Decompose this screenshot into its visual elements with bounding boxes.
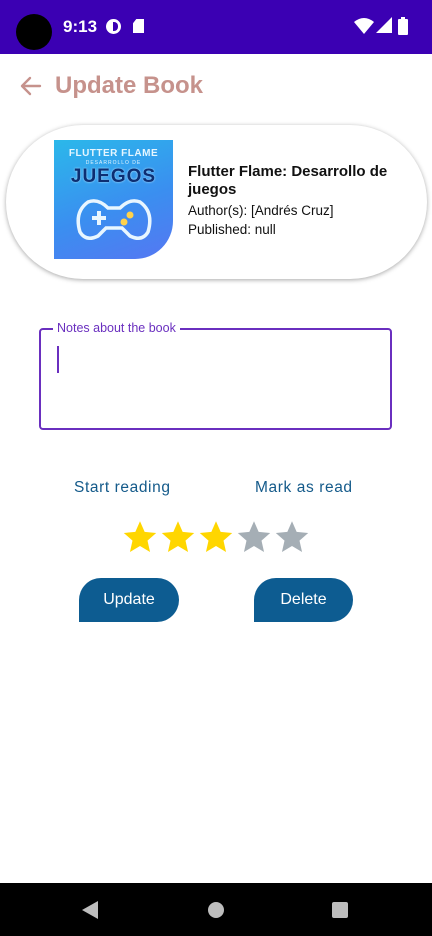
battery-icon — [398, 17, 408, 35]
text-caret — [57, 346, 59, 373]
navigation-bar — [0, 883, 432, 936]
star-icon[interactable] — [274, 519, 310, 555]
arrow-left-icon[interactable] — [19, 74, 43, 98]
book-card: FLUTTER FLAME DESARROLLO DE JUEGOS Flutt… — [6, 125, 427, 279]
cover-line1: FLUTTER FLAME — [68, 148, 159, 159]
recents-square-icon[interactable] — [332, 902, 348, 918]
mark-as-read-button[interactable]: Mark as read — [255, 479, 353, 497]
cover-line3: JUEGOS — [70, 166, 157, 187]
update-button[interactable]: Update — [79, 578, 179, 622]
camera-hole — [16, 14, 52, 50]
status-indicators — [354, 17, 414, 37]
back-triangle-icon[interactable] — [82, 901, 98, 919]
sd-card-icon — [133, 19, 144, 33]
star-icon[interactable] — [198, 519, 234, 555]
star-icon[interactable] — [122, 519, 158, 555]
book-author: Author(s): [Andrés Cruz] — [188, 203, 334, 218]
book-title: Flutter Flame: Desarrollo de juegos — [188, 163, 388, 198]
book-published: Published: null — [188, 222, 276, 237]
home-circle-icon[interactable] — [208, 902, 224, 918]
gamepad-icon — [76, 199, 152, 240]
notes-input[interactable] — [55, 344, 375, 374]
start-reading-button[interactable]: Start reading — [74, 479, 171, 497]
status-time: 9:13 — [63, 17, 98, 36]
page-title: Update Book — [55, 72, 204, 99]
signal-icon — [376, 17, 392, 33]
status-bar: 9:13 — [0, 0, 432, 54]
rating-stars — [122, 519, 312, 555]
book-cover: FLUTTER FLAME DESARROLLO DE JUEGOS — [54, 140, 173, 259]
wifi-icon — [354, 18, 374, 34]
star-icon[interactable] — [160, 519, 196, 555]
p-icon — [106, 19, 121, 34]
notes-label: Notes about the book — [53, 321, 180, 335]
delete-button[interactable]: Delete — [254, 578, 353, 622]
star-icon[interactable] — [236, 519, 272, 555]
